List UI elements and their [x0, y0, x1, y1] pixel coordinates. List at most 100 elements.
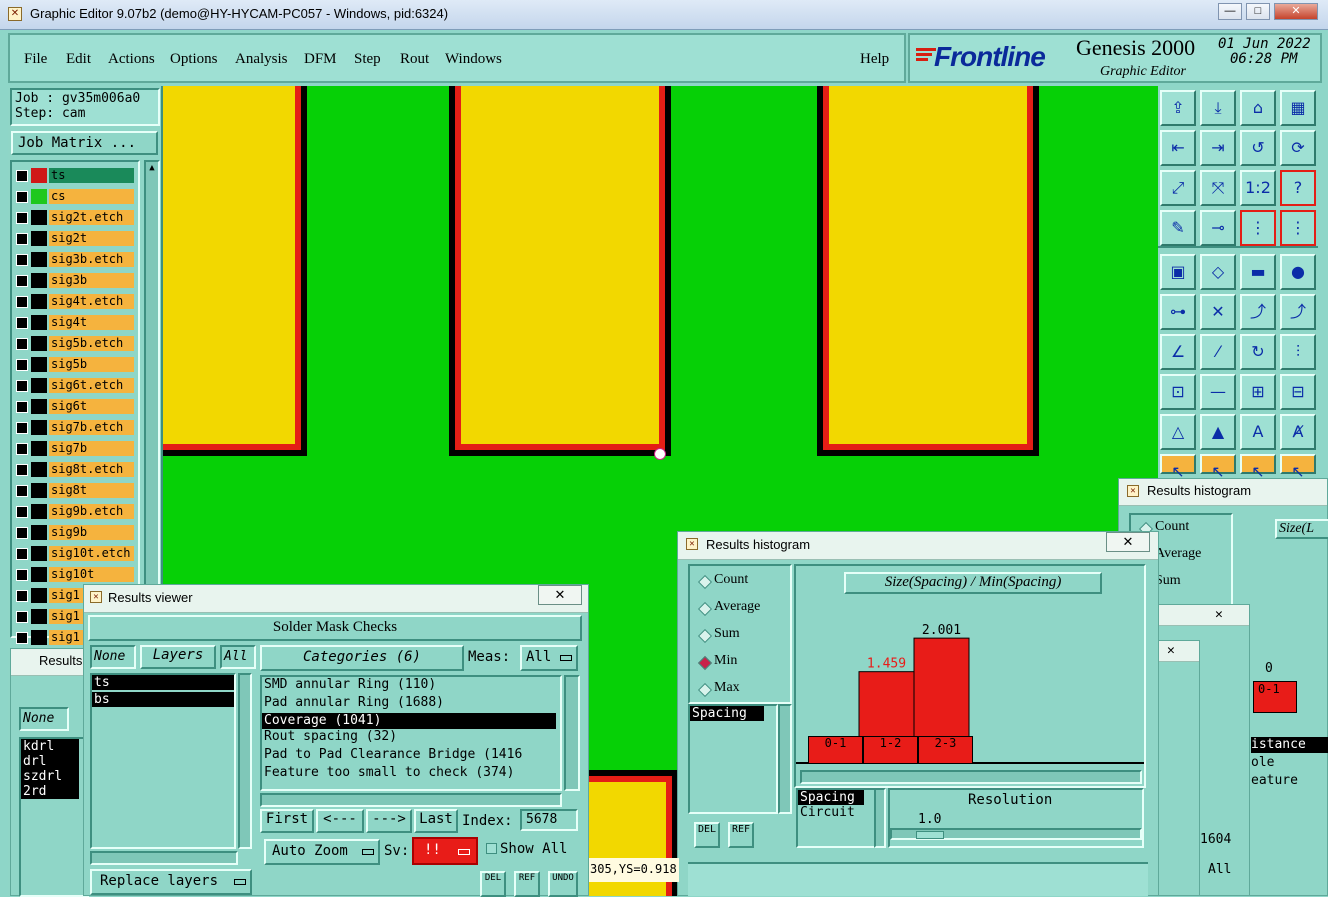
none-button[interactable]: None — [90, 645, 136, 669]
last-button[interactable]: Last — [414, 809, 458, 833]
rotate-icon[interactable]: ↻ — [1240, 334, 1276, 370]
list-item-back[interactable]: ole — [1251, 755, 1274, 770]
line-icon[interactable]: ⁄ — [1200, 334, 1236, 370]
pad-feature[interactable] — [823, 86, 1033, 450]
layer-checkbox[interactable] — [16, 548, 28, 560]
ref-button[interactable]: REF — [728, 822, 754, 848]
mark-icon[interactable]: △ — [1160, 414, 1196, 450]
home-icon[interactable]: ⌂ — [1240, 90, 1276, 126]
next-button[interactable]: ---> — [366, 809, 412, 833]
layer-checkbox[interactable] — [16, 359, 28, 371]
undo-button[interactable]: UNDO — [548, 871, 578, 897]
maximize-button[interactable]: □ — [1246, 3, 1270, 20]
mode-min[interactable]: Min — [714, 653, 737, 669]
menu-rout[interactable]: Rout — [400, 51, 429, 68]
type-item[interactable]: Spacing — [798, 790, 864, 805]
categories-hscrollbar[interactable] — [260, 793, 562, 807]
connect-icon[interactable]: ⊶ — [1160, 294, 1196, 330]
save-icon[interactable]: ⤓ — [1200, 90, 1236, 126]
menu-file[interactable]: File — [24, 51, 47, 68]
category-item[interactable]: SMD annular Ring (110) — [262, 677, 560, 695]
prev-button[interactable]: <--- — [316, 809, 364, 833]
layers-hscrollbar[interactable] — [90, 851, 238, 865]
category-item[interactable]: Pad to Pad Clearance Bridge (1416 — [262, 747, 560, 765]
layer-row[interactable]: sig6t.etch — [14, 378, 134, 393]
severity-select[interactable]: !! — [412, 837, 478, 865]
layer-row[interactable]: sig5b — [14, 357, 134, 372]
list-item[interactable]: 2rd — [21, 784, 79, 799]
pad-feature[interactable] — [455, 86, 665, 450]
radio-icon[interactable] — [697, 574, 713, 590]
layer-row[interactable]: sig8t.etch — [14, 462, 134, 477]
layer-checkbox[interactable] — [16, 380, 28, 392]
layer-row[interactable]: sig10t — [14, 567, 134, 582]
layer-checkbox[interactable] — [16, 590, 28, 602]
minimize-button[interactable]: — — [1218, 3, 1242, 20]
fit-icon[interactable]: ⤢ — [1160, 170, 1196, 206]
mode-max[interactable]: Max — [714, 680, 740, 696]
grid-icon[interactable]: ▦ — [1280, 90, 1316, 126]
radio-selected-icon[interactable] — [697, 655, 713, 671]
results-layers-list[interactable]: ts bs — [90, 673, 236, 849]
show-all-checkbox[interactable] — [486, 843, 497, 854]
type-list-scrollbar[interactable] — [874, 788, 886, 848]
layer-row[interactable]: sig2t.etch — [14, 210, 134, 225]
help-icon[interactable]: ? — [1280, 170, 1316, 206]
radio-icon[interactable] — [697, 628, 713, 644]
layer-checkbox[interactable] — [16, 233, 28, 245]
close-icon[interactable]: ✕ — [1167, 643, 1175, 658]
results-small-list[interactable]: kdrl drl szdrl 2rd — [19, 737, 89, 897]
layer-row[interactable]: sig3b — [14, 273, 134, 288]
edit-icon[interactable]: ⇪ — [1160, 90, 1196, 126]
ref-button[interactable]: REF — [514, 871, 540, 897]
select-icon[interactable]: ▣ — [1160, 254, 1196, 290]
layer-list-scrollbar[interactable]: ▲ — [144, 160, 160, 638]
list-item-back[interactable]: istance — [1251, 737, 1328, 753]
angle-icon[interactable]: ∠ — [1160, 334, 1196, 370]
mode-average[interactable]: Average — [714, 599, 760, 615]
none-button[interactable]: None — [19, 707, 69, 731]
mark-icon[interactable]: ▲ — [1200, 414, 1236, 450]
layer-row[interactable]: cs — [14, 189, 134, 204]
redo-icon[interactable]: ⟳ — [1280, 130, 1316, 166]
layer-checkbox[interactable] — [16, 611, 28, 623]
probe-icon[interactable]: ⊸ — [1200, 210, 1236, 246]
measure-icon[interactable]: ⊞ — [1240, 374, 1276, 410]
brush-icon[interactable]: ✎ — [1160, 210, 1196, 246]
layer-checkbox[interactable] — [16, 464, 28, 476]
close-icon[interactable]: ✕ — [1215, 607, 1223, 622]
layer-row[interactable]: sig9b — [14, 525, 134, 540]
scroll-up-icon[interactable]: ▲ — [146, 162, 158, 174]
pad-icon[interactable]: ● — [1280, 254, 1316, 290]
mode-count[interactable]: Count — [1155, 519, 1189, 535]
category-item-selected[interactable]: Coverage (1041) — [262, 713, 556, 729]
layer-checkbox[interactable] — [16, 632, 28, 644]
layer-row[interactable]: sig10t.etch — [14, 546, 134, 561]
meas-select[interactable]: All — [520, 645, 578, 671]
list-item[interactable]: kdrl — [21, 739, 79, 754]
list-item[interactable]: drl — [21, 754, 79, 769]
categories-scrollbar[interactable] — [564, 675, 580, 791]
layer-checkbox[interactable] — [16, 422, 28, 434]
category-item[interactable]: Rout spacing (32) — [262, 729, 560, 747]
type-item[interactable]: Circuit — [798, 805, 874, 820]
mode-sum[interactable]: Sum — [714, 626, 740, 642]
layer-checkbox[interactable] — [16, 338, 28, 350]
layers-button[interactable]: Layers — [140, 645, 216, 669]
menu-step[interactable]: Step — [354, 51, 381, 68]
layer-checkbox[interactable] — [16, 527, 28, 539]
layer-checkbox[interactable] — [16, 506, 28, 518]
layer-checkbox[interactable] — [16, 191, 28, 203]
layer-icon[interactable]: ⊟ — [1280, 374, 1316, 410]
menu-analysis[interactable]: Analysis — [235, 51, 288, 68]
menu-actions[interactable]: Actions — [108, 51, 155, 68]
zoom-icon[interactable]: ⤧ — [1200, 170, 1236, 206]
layer-row[interactable]: sig9b.etch — [14, 504, 134, 519]
layer-checkbox[interactable] — [16, 569, 28, 581]
radio-icon[interactable] — [697, 601, 713, 617]
histogram-list[interactable]: Spacing — [688, 704, 778, 814]
close-button[interactable]: ✕ — [1274, 3, 1318, 20]
layer-row[interactable]: sig4t — [14, 315, 134, 330]
job-matrix-button[interactable]: Job Matrix ... — [11, 131, 158, 155]
move-icon[interactable]: ⤴ — [1280, 294, 1316, 330]
